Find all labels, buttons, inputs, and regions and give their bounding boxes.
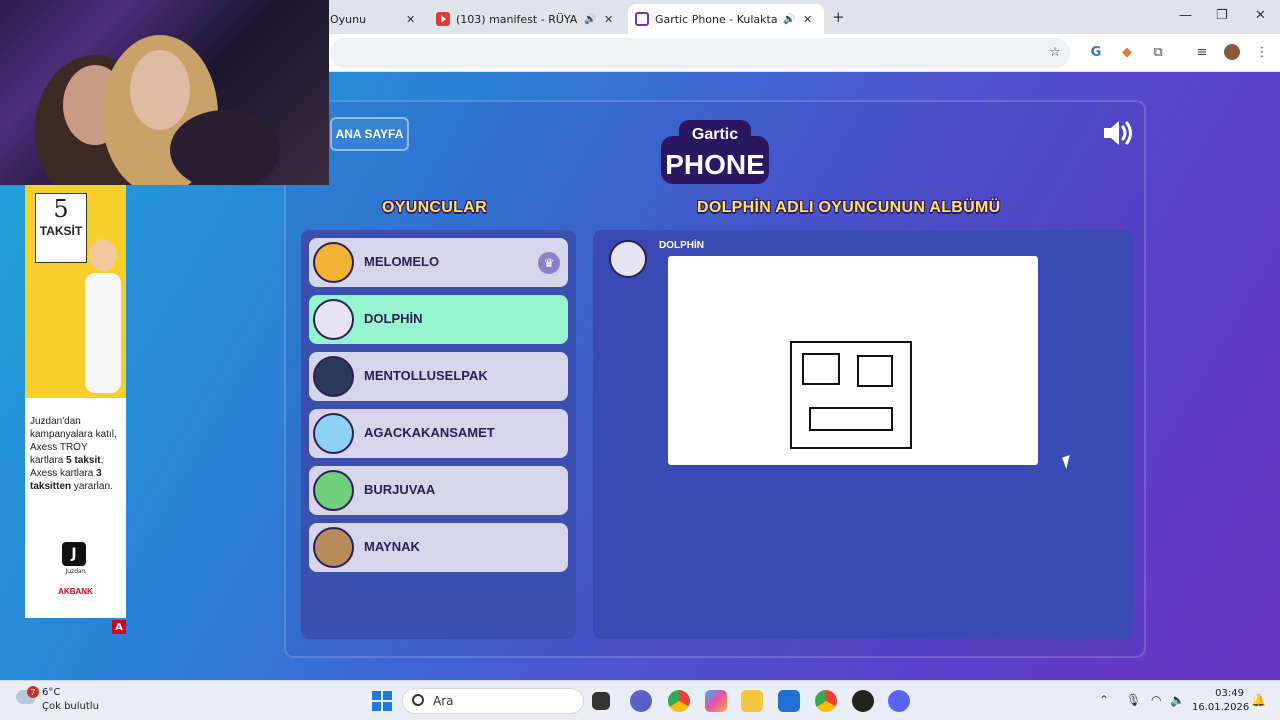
copilot-icon[interactable] [705, 690, 727, 712]
player-name: BURJUVAA [364, 482, 436, 497]
bookmark-star-icon[interactable]: ☆ [1047, 44, 1063, 60]
player-avatar [313, 242, 354, 283]
restore-button[interactable]: ❐ [1216, 8, 1228, 23]
close-window-button[interactable]: ✕ [1255, 8, 1266, 23]
date: 16.01.2026 [1192, 702, 1250, 713]
chrome-icon[interactable] [668, 690, 690, 712]
players-list: MELOMELO ♛ DOLPHİN MENTOLLUSELPAK AGACKA… [301, 230, 576, 639]
tab-youtube[interactable]: (103) manifest - RÜYA | Offi 🔊 ✕ [436, 4, 622, 34]
album-author-avatar [609, 240, 647, 278]
svg-text:PHONE: PHONE [665, 149, 765, 180]
ad-juzdan-label: Juzdan [65, 568, 86, 575]
task-view-icon[interactable] [592, 692, 610, 710]
weather-description: Çok bulutlu [42, 701, 99, 712]
ad-badge[interactable]: A [112, 620, 126, 634]
player-avatar [313, 299, 354, 340]
translate-icon[interactable]: G [1088, 44, 1104, 60]
weather-badge: 7 [27, 686, 39, 698]
metamask-icon[interactable]: ◆ [1119, 44, 1135, 60]
drawing [790, 341, 912, 449]
discord-icon[interactable] [888, 690, 910, 712]
tab-gartic-phone[interactable]: Gartic Phone - Kulaktan Kul 🔊 ✕ [628, 4, 824, 34]
close-icon[interactable]: ✕ [604, 13, 613, 26]
file-explorer-icon[interactable] [741, 690, 763, 712]
webcam-feed [35, 35, 280, 185]
player-avatar [313, 527, 354, 568]
wifi-icon[interactable]: ◠ [1151, 693, 1161, 707]
player-name: DOLPHİN [364, 311, 423, 326]
player-row[interactable]: AGACKAKANSAMET [309, 409, 568, 458]
player-row[interactable]: MAYNAK [309, 523, 568, 572]
minimize-button[interactable]: — [1179, 8, 1192, 23]
search-placeholder: Ara [433, 694, 454, 708]
advertisement[interactable]: 5 TAKSİT Juzdan'dan kampanyalara katıl, … [25, 185, 126, 618]
ad-copy: Juzdan'dan kampanyalara katıl, Axess TRO… [30, 416, 117, 492]
start-button[interactable] [372, 691, 392, 711]
ad-number: 5 [53, 195, 69, 223]
player-name: AGACKAKANSAMET [364, 425, 495, 440]
youtube-icon [436, 12, 450, 26]
chrome-active-icon[interactable] [815, 690, 837, 712]
temperature: 6°C [42, 687, 61, 698]
ad-banner: 5 TAKSİT [25, 185, 126, 398]
clock[interactable]: 03:49 16.01.2026 [1192, 687, 1250, 715]
new-tab-button[interactable]: + [832, 8, 845, 26]
sound-icon[interactable] [1102, 118, 1136, 148]
player-name: MENTOLLUSELPAK [364, 368, 488, 383]
player-row-selected[interactable]: DOLPHİN [309, 295, 568, 344]
album-title: DOLPHİN ADLI OYUNCUNUN ALBÜMÜ [697, 199, 1001, 216]
store-icon[interactable] [778, 690, 800, 712]
tab-label: (103) manifest - RÜYA | Offi [456, 12, 578, 26]
svg-text:Gartic: Gartic [692, 126, 738, 143]
player-row[interactable]: BURJUVAA [309, 466, 568, 515]
teams-icon[interactable] [630, 690, 652, 712]
album-author-name: DOLPHİN [659, 240, 704, 251]
akbank-logo: AKBANK [58, 587, 93, 596]
media-control-icon[interactable]: ≡ [1194, 44, 1210, 60]
speaker-icon[interactable]: 🔊 [783, 14, 795, 25]
obs-icon[interactable] [852, 690, 874, 712]
drawing-canvas [668, 256, 1038, 465]
tab-label: Oyunu [330, 12, 367, 26]
microphone-icon[interactable]: 🎙 [1126, 693, 1141, 707]
player-name: MAYNAK [364, 539, 420, 554]
notification-icon[interactable]: 🔔 [1251, 693, 1266, 707]
home-button[interactable]: ANA SAYFA [330, 117, 409, 151]
url-input[interactable] [330, 38, 1070, 68]
tab-label: Gartic Phone - Kulaktan Kul [655, 12, 777, 26]
tab-game[interactable]: Oyunu ✕ [330, 4, 425, 34]
profile-avatar[interactable] [1224, 44, 1240, 60]
gartic-phone-icon [635, 12, 649, 26]
search-icon [412, 694, 424, 706]
crown-icon: ♛ [538, 252, 560, 274]
close-icon[interactable]: ✕ [803, 13, 812, 26]
taskbar: 7 6°C Çok bulutlu Ara ⌃ 🎙 ◠ 🔈 03:49 16.0… [0, 680, 1280, 720]
chevron-up-icon[interactable]: ⌃ [1099, 693, 1109, 707]
menu-dots-icon[interactable]: ⋮ [1254, 44, 1270, 60]
album-panel: DOLPHİN [593, 230, 1133, 639]
player-avatar [313, 356, 354, 397]
close-icon[interactable]: ✕ [406, 13, 415, 26]
volume-icon[interactable]: 🔈 [1170, 693, 1185, 707]
extensions-icon[interactable]: ⧉ [1150, 44, 1166, 60]
time: 03:49 [1215, 688, 1244, 699]
ad-person [85, 239, 121, 393]
gartic-phone-logo: Gartic PHONE [661, 120, 769, 184]
player-avatar [313, 470, 354, 511]
player-row[interactable]: MENTOLLUSELPAK [309, 352, 568, 401]
taskbar-search[interactable]: Ara [402, 688, 584, 714]
player-avatar [313, 413, 354, 454]
webcam-overlay [0, 0, 329, 185]
speaker-icon[interactable]: 🔊 [584, 14, 596, 25]
player-name: MELOMELO [364, 254, 440, 269]
players-title: OYUNCULAR [382, 199, 487, 216]
player-row[interactable]: MELOMELO ♛ [309, 238, 568, 287]
juzdan-logo: J [62, 542, 86, 566]
